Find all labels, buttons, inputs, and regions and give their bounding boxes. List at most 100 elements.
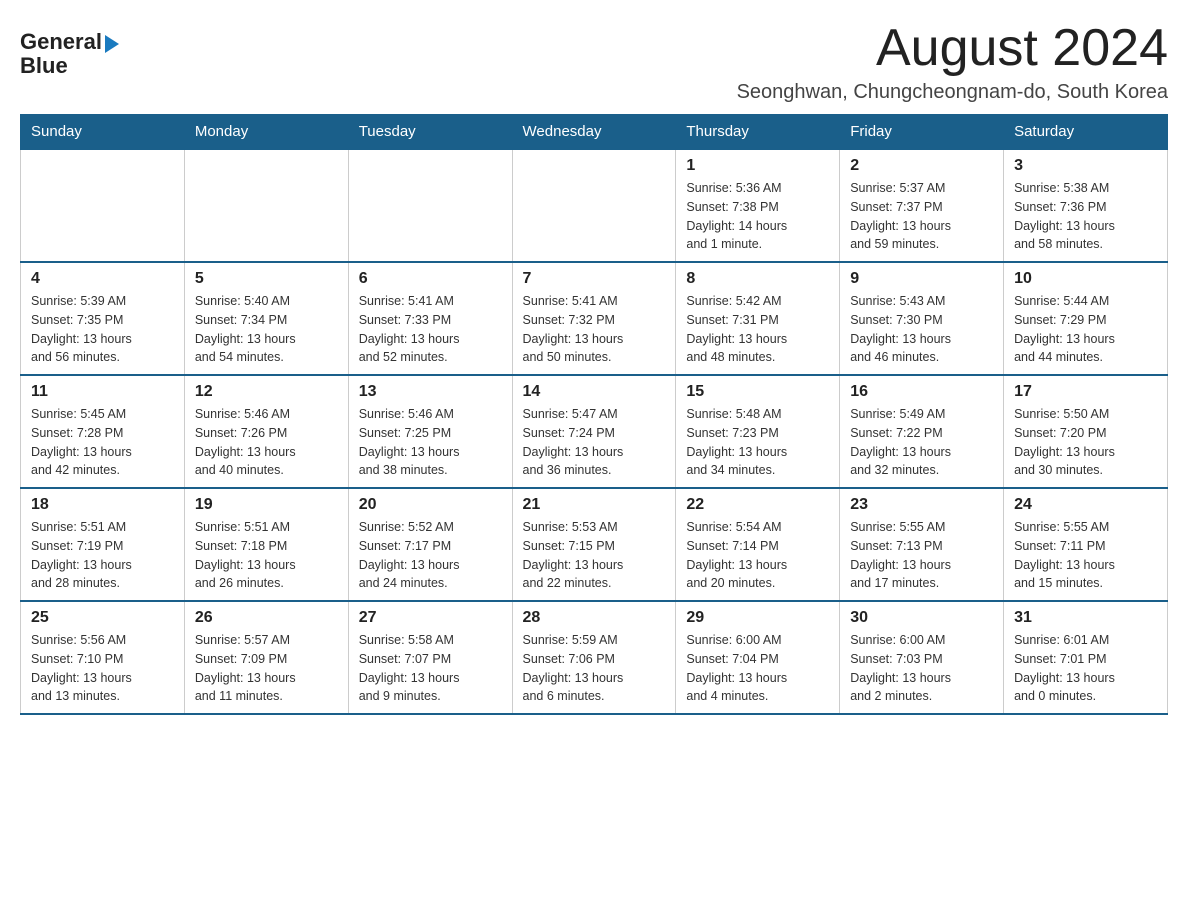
calendar-day-cell: 27 Sunrise: 5:58 AM Sunset: 7:07 PM Dayli… — [348, 601, 512, 714]
day-number: 30 — [850, 609, 993, 627]
day-number: 2 — [850, 157, 993, 175]
calendar-day-cell: 7 Sunrise: 5:41 AM Sunset: 7:32 PM Daylig… — [512, 262, 676, 375]
calendar-table: SundayMondayTuesdayWednesdayThursdayFrid… — [20, 114, 1168, 715]
page-header: General Blue August 2024 Seonghwan, Chun… — [20, 20, 1168, 104]
calendar-day-cell: 14 Sunrise: 5:47 AM Sunset: 7:24 PM Dayli… — [512, 375, 676, 488]
day-number: 28 — [523, 609, 666, 627]
day-info: Sunrise: 5:37 AM Sunset: 7:37 PM Dayligh… — [850, 179, 993, 254]
day-info: Sunrise: 5:51 AM Sunset: 7:19 PM Dayligh… — [31, 518, 174, 593]
calendar-day-cell — [21, 149, 185, 262]
day-number: 6 — [359, 270, 502, 288]
calendar-day-cell — [512, 149, 676, 262]
title-section: August 2024 Seonghwan, Chungcheongnam-do… — [737, 20, 1168, 104]
calendar-day-cell: 28 Sunrise: 5:59 AM Sunset: 7:06 PM Dayli… — [512, 601, 676, 714]
day-info: Sunrise: 5:41 AM Sunset: 7:32 PM Dayligh… — [523, 292, 666, 367]
calendar-day-cell: 18 Sunrise: 5:51 AM Sunset: 7:19 PM Dayli… — [21, 488, 185, 601]
day-header-row: SundayMondayTuesdayWednesdayThursdayFrid… — [21, 115, 1168, 150]
day-number: 9 — [850, 270, 993, 288]
day-info: Sunrise: 5:36 AM Sunset: 7:38 PM Dayligh… — [686, 179, 829, 254]
day-of-week-header: Saturday — [1004, 115, 1168, 150]
day-info: Sunrise: 5:59 AM Sunset: 7:06 PM Dayligh… — [523, 631, 666, 706]
calendar-day-cell: 6 Sunrise: 5:41 AM Sunset: 7:33 PM Daylig… — [348, 262, 512, 375]
day-number: 7 — [523, 270, 666, 288]
day-number: 5 — [195, 270, 338, 288]
logo: General Blue — [20, 30, 119, 78]
day-of-week-header: Friday — [840, 115, 1004, 150]
calendar-week-row: 18 Sunrise: 5:51 AM Sunset: 7:19 PM Dayli… — [21, 488, 1168, 601]
day-number: 31 — [1014, 609, 1157, 627]
day-number: 10 — [1014, 270, 1157, 288]
day-info: Sunrise: 5:39 AM Sunset: 7:35 PM Dayligh… — [31, 292, 174, 367]
day-of-week-header: Monday — [184, 115, 348, 150]
day-number: 22 — [686, 496, 829, 514]
calendar-day-cell: 23 Sunrise: 5:55 AM Sunset: 7:13 PM Dayli… — [840, 488, 1004, 601]
day-number: 25 — [31, 609, 174, 627]
calendar-day-cell — [184, 149, 348, 262]
day-info: Sunrise: 5:44 AM Sunset: 7:29 PM Dayligh… — [1014, 292, 1157, 367]
month-year-title: August 2024 — [737, 20, 1168, 77]
calendar-day-cell: 25 Sunrise: 5:56 AM Sunset: 7:10 PM Dayli… — [21, 601, 185, 714]
calendar-day-cell: 12Sunrise: 5:46 AM Sunset: 7:26 PM Dayli… — [184, 375, 348, 488]
day-info: Sunrise: 5:55 AM Sunset: 7:11 PM Dayligh… — [1014, 518, 1157, 593]
day-info: Sunrise: 5:51 AM Sunset: 7:18 PM Dayligh… — [195, 518, 338, 593]
day-of-week-header: Wednesday — [512, 115, 676, 150]
day-number: 21 — [523, 496, 666, 514]
day-info: Sunrise: 5:54 AM Sunset: 7:14 PM Dayligh… — [686, 518, 829, 593]
day-number: 11 — [31, 383, 174, 401]
day-info: Sunrise: 6:01 AM Sunset: 7:01 PM Dayligh… — [1014, 631, 1157, 706]
day-number: 16 — [850, 383, 993, 401]
calendar-week-row: 4Sunrise: 5:39 AM Sunset: 7:35 PM Daylig… — [21, 262, 1168, 375]
day-info: Sunrise: 5:58 AM Sunset: 7:07 PM Dayligh… — [359, 631, 502, 706]
day-info: Sunrise: 5:55 AM Sunset: 7:13 PM Dayligh… — [850, 518, 993, 593]
logo-general: General — [20, 30, 102, 54]
day-number: 27 — [359, 609, 502, 627]
calendar-day-cell: 5Sunrise: 5:40 AM Sunset: 7:34 PM Daylig… — [184, 262, 348, 375]
calendar-day-cell: 29Sunrise: 6:00 AM Sunset: 7:04 PM Dayli… — [676, 601, 840, 714]
day-info: Sunrise: 5:49 AM Sunset: 7:22 PM Dayligh… — [850, 405, 993, 480]
calendar-week-row: 25 Sunrise: 5:56 AM Sunset: 7:10 PM Dayli… — [21, 601, 1168, 714]
day-number: 14 — [523, 383, 666, 401]
calendar-day-cell: 3Sunrise: 5:38 AM Sunset: 7:36 PM Daylig… — [1004, 149, 1168, 262]
day-number: 1 — [686, 157, 829, 175]
day-number: 19 — [195, 496, 338, 514]
calendar-day-cell: 2 Sunrise: 5:37 AM Sunset: 7:37 PM Daylig… — [840, 149, 1004, 262]
day-number: 13 — [359, 383, 502, 401]
calendar-day-cell: 30 Sunrise: 6:00 AM Sunset: 7:03 PM Dayli… — [840, 601, 1004, 714]
calendar-day-cell: 1 Sunrise: 5:36 AM Sunset: 7:38 PM Daylig… — [676, 149, 840, 262]
calendar-day-cell: 9Sunrise: 5:43 AM Sunset: 7:30 PM Daylig… — [840, 262, 1004, 375]
calendar-day-cell — [348, 149, 512, 262]
day-info: Sunrise: 5:38 AM Sunset: 7:36 PM Dayligh… — [1014, 179, 1157, 254]
day-number: 26 — [195, 609, 338, 627]
calendar-day-cell: 15 Sunrise: 5:48 AM Sunset: 7:23 PM Dayli… — [676, 375, 840, 488]
day-number: 8 — [686, 270, 829, 288]
day-info: Sunrise: 5:50 AM Sunset: 7:20 PM Dayligh… — [1014, 405, 1157, 480]
calendar-day-cell: 8Sunrise: 5:42 AM Sunset: 7:31 PM Daylig… — [676, 262, 840, 375]
day-info: Sunrise: 5:57 AM Sunset: 7:09 PM Dayligh… — [195, 631, 338, 706]
calendar-day-cell: 24 Sunrise: 5:55 AM Sunset: 7:11 PM Dayli… — [1004, 488, 1168, 601]
calendar-day-cell: 11Sunrise: 5:45 AM Sunset: 7:28 PM Dayli… — [21, 375, 185, 488]
day-number: 23 — [850, 496, 993, 514]
day-info: Sunrise: 5:48 AM Sunset: 7:23 PM Dayligh… — [686, 405, 829, 480]
calendar-day-cell: 26 Sunrise: 5:57 AM Sunset: 7:09 PM Dayli… — [184, 601, 348, 714]
day-info: Sunrise: 5:56 AM Sunset: 7:10 PM Dayligh… — [31, 631, 174, 706]
calendar-day-cell: 16 Sunrise: 5:49 AM Sunset: 7:22 PM Dayli… — [840, 375, 1004, 488]
day-number: 15 — [686, 383, 829, 401]
calendar-day-cell: 31 Sunrise: 6:01 AM Sunset: 7:01 PM Dayli… — [1004, 601, 1168, 714]
day-number: 12 — [195, 383, 338, 401]
day-number: 18 — [31, 496, 174, 514]
day-info: Sunrise: 5:46 AM Sunset: 7:25 PM Dayligh… — [359, 405, 502, 480]
day-number: 20 — [359, 496, 502, 514]
day-number: 24 — [1014, 496, 1157, 514]
day-of-week-header: Sunday — [21, 115, 185, 150]
calendar-day-cell: 13 Sunrise: 5:46 AM Sunset: 7:25 PM Dayli… — [348, 375, 512, 488]
calendar-day-cell: 21Sunrise: 5:53 AM Sunset: 7:15 PM Dayli… — [512, 488, 676, 601]
day-number: 17 — [1014, 383, 1157, 401]
day-of-week-header: Tuesday — [348, 115, 512, 150]
logo-arrow-icon — [105, 35, 119, 53]
day-info: Sunrise: 6:00 AM Sunset: 7:03 PM Dayligh… — [850, 631, 993, 706]
day-info: Sunrise: 5:41 AM Sunset: 7:33 PM Dayligh… — [359, 292, 502, 367]
calendar-day-cell: 10 Sunrise: 5:44 AM Sunset: 7:29 PM Dayli… — [1004, 262, 1168, 375]
logo-blue: Blue — [20, 53, 68, 78]
day-info: Sunrise: 5:47 AM Sunset: 7:24 PM Dayligh… — [523, 405, 666, 480]
calendar-day-cell: 4Sunrise: 5:39 AM Sunset: 7:35 PM Daylig… — [21, 262, 185, 375]
